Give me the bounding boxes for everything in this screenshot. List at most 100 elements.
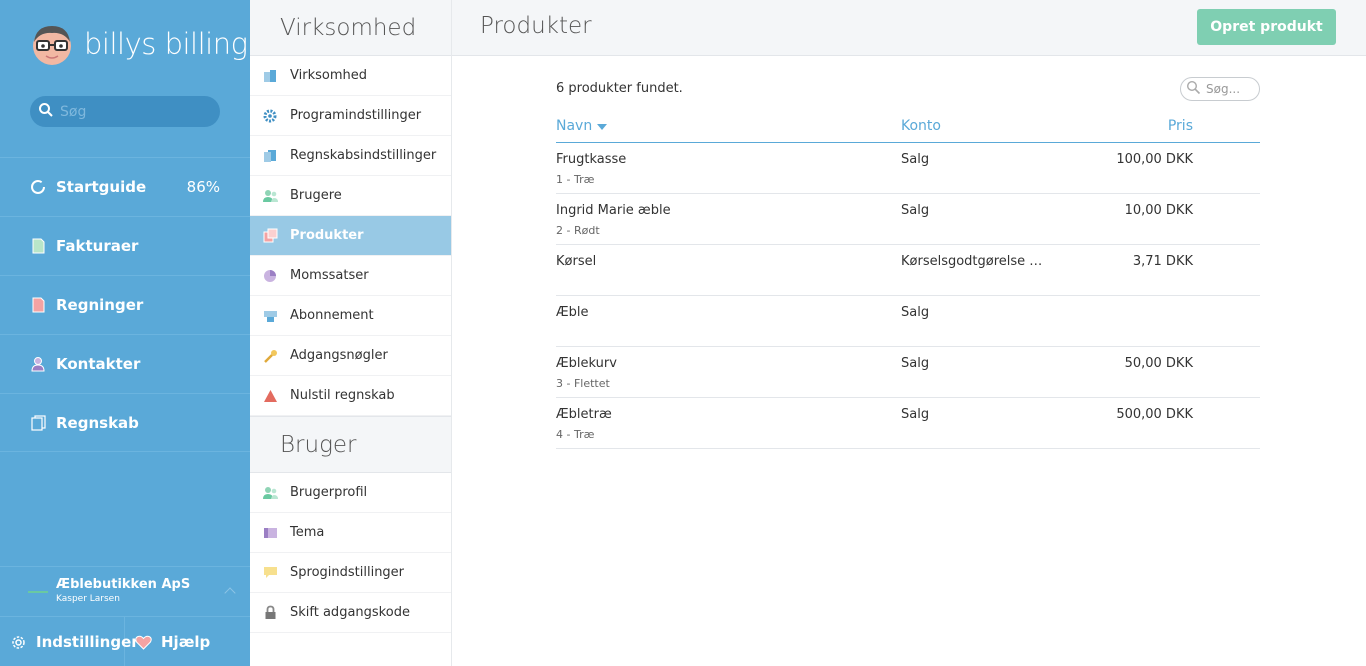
speech-bubble-icon xyxy=(262,565,278,581)
key-icon xyxy=(262,348,278,364)
ledger-settings-icon xyxy=(262,148,278,164)
product-account: Salg xyxy=(901,356,930,371)
settings-item-label: Brugere xyxy=(290,188,342,203)
organization-user: Kasper Larsen xyxy=(56,594,120,604)
search-icon xyxy=(1186,80,1201,99)
logo-face-icon xyxy=(30,22,74,66)
settings-item-nulstil-regnskab[interactable]: Nulstil regnskab xyxy=(250,376,451,416)
product-name: Ingrid Marie æble xyxy=(556,203,671,218)
ledger-icon xyxy=(30,414,46,431)
product-account: Salg xyxy=(901,305,930,320)
product-search-input[interactable] xyxy=(1206,82,1260,96)
settings-item-label: Nulstil regnskab xyxy=(290,388,395,403)
settings-item-label: Adgangsnøgler xyxy=(290,348,388,363)
subscription-icon xyxy=(262,308,278,324)
sidebar-footer: Indstillinger Hjælp xyxy=(0,616,250,666)
help-label: Hjælp xyxy=(161,633,211,651)
users-icon xyxy=(262,188,278,204)
settings-item-label: Skift adgangskode xyxy=(290,605,410,620)
product-price: 3,71 DKK xyxy=(1132,254,1193,269)
table-row[interactable]: Æbletræ 4 - Træ Salg 500,00 DKK xyxy=(556,398,1260,449)
table-row[interactable]: Æble Salg xyxy=(556,296,1260,347)
column-header-name[interactable]: Navn xyxy=(556,118,608,134)
product-variant: 1 - Træ xyxy=(556,173,595,186)
product-price: 500,00 DKK xyxy=(1116,407,1193,422)
settings-item-label: Programindstillinger xyxy=(290,108,422,123)
logo[interactable]: billys billing xyxy=(30,20,248,68)
nav-item-regnskab[interactable]: Regnskab xyxy=(0,393,250,452)
settings-item-regnskabsindstillinger[interactable]: Regnskabsindstillinger xyxy=(250,136,451,176)
sidebar-search[interactable] xyxy=(30,96,220,127)
user-profile-icon xyxy=(262,485,278,501)
nav-item-fakturaer[interactable]: Fakturaer xyxy=(0,216,250,275)
user-section-heading: Bruger xyxy=(250,416,451,473)
settings-item-tema[interactable]: Tema xyxy=(250,513,451,553)
progress-percentage: 86% xyxy=(186,178,220,196)
main-content: Produkter Opret produkt 6 produkter fund… xyxy=(452,0,1366,666)
product-name: Æble xyxy=(556,305,589,320)
contact-icon xyxy=(30,356,46,372)
bill-icon xyxy=(30,297,46,313)
table-row[interactable]: Kørsel Kørselsgodtgørelse … 3,71 DKK xyxy=(556,245,1260,296)
settings-item-label: Virksomhed xyxy=(290,68,367,83)
settings-item-label: Brugerprofil xyxy=(290,485,368,500)
organization-name: Æblebutikken ApS xyxy=(56,577,191,592)
settings-item-produkter[interactable]: Produkter xyxy=(250,216,451,256)
settings-label: Indstillinger xyxy=(36,633,139,651)
nav-item-regninger[interactable]: Regninger xyxy=(0,275,250,334)
table-row[interactable]: Æblekurv 3 - Flettet Salg 50,00 DKK xyxy=(556,347,1260,398)
table-row[interactable]: Frugtkasse 1 - Træ Salg 100,00 DKK xyxy=(556,143,1260,194)
table-row[interactable]: Ingrid Marie æble 2 - Rødt Salg 10,00 DK… xyxy=(556,194,1260,245)
progress-ring-icon xyxy=(30,179,46,195)
product-price: 10,00 DKK xyxy=(1124,203,1193,218)
settings-item-brugerprofil[interactable]: Brugerprofil xyxy=(250,473,451,513)
settings-item-brugere[interactable]: Brugere xyxy=(250,176,451,216)
company-section-heading: Virksomhed xyxy=(250,0,451,56)
settings-button[interactable]: Indstillinger xyxy=(0,617,139,666)
product-price: 100,00 DKK xyxy=(1116,152,1193,167)
lock-icon xyxy=(262,605,278,621)
product-name: Kørsel xyxy=(556,254,597,269)
organization-status-icon xyxy=(28,591,48,593)
theme-icon xyxy=(262,525,278,541)
help-button[interactable]: Hjælp xyxy=(125,617,210,666)
settings-item-abonnement[interactable]: Abonnement xyxy=(250,296,451,336)
product-variant: 3 - Flettet xyxy=(556,377,610,390)
page-header: Produkter Opret produkt xyxy=(452,0,1366,56)
main-menu: Startguide 86% Fakturaer Regninger Konta… xyxy=(0,157,250,452)
left-navigation: billys billing Startguide 86% Fakturaer … xyxy=(0,0,250,666)
settings-item-virksomhed[interactable]: Virksomhed xyxy=(250,56,451,96)
product-name: Æblekurv xyxy=(556,356,617,371)
warning-icon xyxy=(262,388,278,404)
settings-item-label: Produkter xyxy=(290,228,364,243)
product-search[interactable] xyxy=(1180,77,1260,101)
pie-icon xyxy=(262,268,278,284)
settings-item-adgangsnogler[interactable]: Adgangsnøgler xyxy=(250,336,451,376)
product-account: Salg xyxy=(901,203,930,218)
logo-text: billys billing xyxy=(84,27,248,61)
sidebar-search-input[interactable] xyxy=(60,103,210,120)
heart-icon xyxy=(135,635,152,650)
create-product-button[interactable]: Opret produkt xyxy=(1197,9,1336,45)
settings-item-skift-adgangskode[interactable]: Skift adgangskode xyxy=(250,593,451,633)
nav-item-label: Kontakter xyxy=(56,355,141,373)
product-variant: 4 - Træ xyxy=(556,428,595,441)
settings-item-momssatser[interactable]: Momssatser xyxy=(250,256,451,296)
settings-item-label: Sprogindstillinger xyxy=(290,565,405,580)
settings-menu: Virksomhed Virksomhed Programindstilling… xyxy=(250,0,452,666)
gear-icon xyxy=(10,634,27,651)
settings-item-label: Regnskabsindstillinger xyxy=(290,148,437,163)
settings-item-programindstillinger[interactable]: Programindstillinger xyxy=(250,96,451,136)
settings-item-label: Momssatser xyxy=(290,268,369,283)
result-count: 6 produkter fundet. xyxy=(556,81,683,96)
column-header-account[interactable]: Konto xyxy=(901,118,941,134)
nav-item-startguide[interactable]: Startguide 86% xyxy=(0,157,250,216)
product-account: Salg xyxy=(901,407,930,422)
page-title: Produkter xyxy=(480,13,592,39)
column-header-price[interactable]: Pris xyxy=(1136,118,1193,134)
settings-item-sprogindstillinger[interactable]: Sprogindstillinger xyxy=(250,553,451,593)
organization-switcher[interactable]: Æblebutikken ApS Kasper Larsen xyxy=(0,566,250,616)
building-icon xyxy=(262,68,278,84)
nav-item-kontakter[interactable]: Kontakter xyxy=(0,334,250,393)
sort-desc-icon xyxy=(597,124,608,130)
